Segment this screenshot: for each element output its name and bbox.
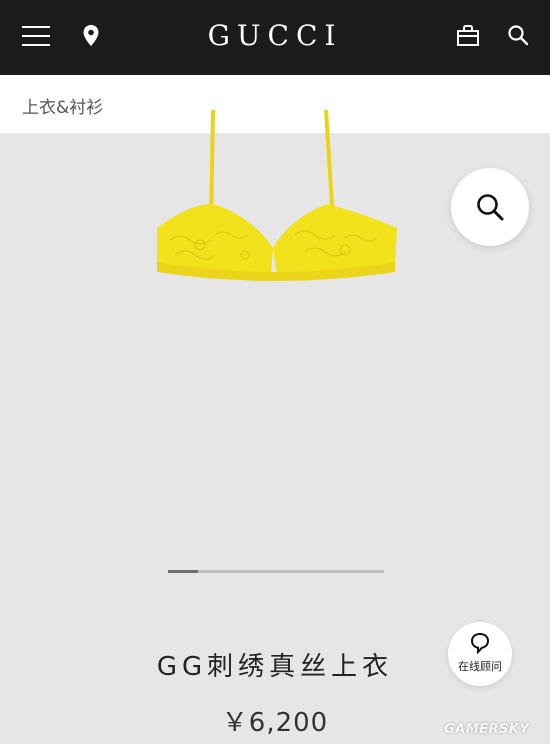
top-navigation-bar: GUCCI xyxy=(0,0,550,75)
magnifier-icon xyxy=(477,194,504,221)
breadcrumb[interactable]: 上衣&衬衫 xyxy=(22,93,103,118)
watermark: GAMERSKY xyxy=(444,722,530,737)
carousel-progress-track[interactable] xyxy=(168,570,384,573)
product-title: GG刺绣真丝上衣 xyxy=(156,652,394,682)
search-icon[interactable] xyxy=(507,24,529,46)
carousel-progress-indicator xyxy=(168,570,199,573)
product-image[interactable] xyxy=(145,110,405,285)
shopping-bag-icon[interactable] xyxy=(456,24,480,48)
zoom-button[interactable] xyxy=(451,168,529,246)
